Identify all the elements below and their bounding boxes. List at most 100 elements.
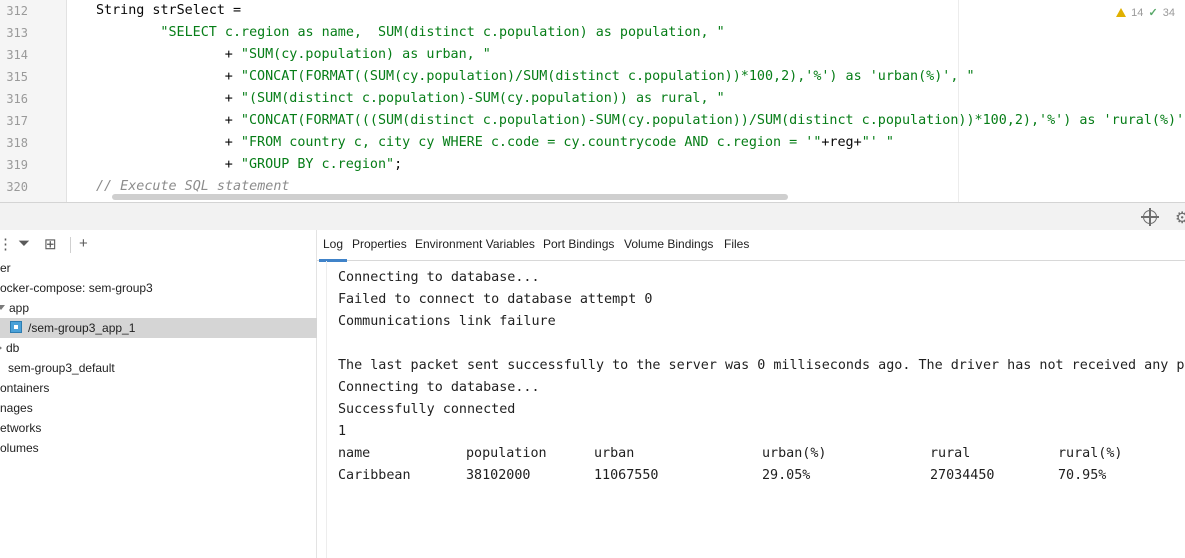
line-number: 313 xyxy=(6,26,28,40)
table-cell: 70.95% xyxy=(1058,468,1107,483)
warning-count: 14 xyxy=(1131,7,1144,19)
table-header-cell: rural(%) xyxy=(1058,446,1123,461)
tree-item[interactable]: db xyxy=(0,338,19,358)
log-panel: Log Properties Environment Variables Port B… xyxy=(317,230,1185,558)
add-service-icon[interactable]: + xyxy=(79,235,88,252)
tree-item[interactable]: etworks xyxy=(0,418,41,438)
table-cell: 27034450 xyxy=(930,468,995,483)
code-line[interactable]: + "CONCAT(FORMAT((SUM(cy.population)/SUM… xyxy=(225,66,975,88)
code-editor[interactable]: 312 313 314 315 316 317 318 319 320 String strSe… xyxy=(0,0,1185,202)
table-header-cell: urban xyxy=(594,446,635,461)
table-cell: 38102000 xyxy=(466,468,531,483)
code-token: + xyxy=(224,113,241,128)
tree-item-label: app xyxy=(9,301,30,315)
table-header-cell: urban(%) xyxy=(762,446,827,461)
tree-item-label: /sem-group3_app_1 xyxy=(28,321,136,335)
group-icon[interactable]: ⋮ xyxy=(0,235,13,253)
container-icon xyxy=(10,321,22,333)
comment: // Execute SQL statement xyxy=(96,179,290,194)
log-line: The last packet sent successfully to the… xyxy=(338,358,1185,373)
code-token: + xyxy=(224,157,241,172)
tree-item[interactable]: /sem-group3_app_1 xyxy=(0,318,326,338)
services-header: ⚙ xyxy=(0,202,1185,232)
line-number: 316 xyxy=(6,92,28,106)
tree-item-label: nages xyxy=(0,401,33,415)
table-cell: 29.05% xyxy=(762,468,811,483)
tab-files[interactable]: Files xyxy=(724,237,749,251)
crosshair-icon[interactable] xyxy=(1141,208,1159,226)
code-token: ; xyxy=(394,157,403,172)
code-line[interactable]: "SELECT c.region as name, SUM(distinct c… xyxy=(160,22,724,44)
tree-item-label: er xyxy=(0,261,11,275)
chevron-right-icon[interactable] xyxy=(0,344,2,352)
tree-toolbar: ⋮ ⏷ ⊞ + xyxy=(0,230,316,260)
tree-item[interactable]: sem-group3_default xyxy=(0,358,115,378)
tab-properties[interactable]: Properties xyxy=(352,237,407,251)
code-line[interactable]: + "GROUP BY c.region"; xyxy=(225,154,402,176)
tree-item-label: ontainers xyxy=(0,381,50,395)
weak-warning-icon: ✓ xyxy=(1148,7,1158,19)
tab-log[interactable]: Log xyxy=(318,237,348,262)
log-line: Communications link failure xyxy=(338,314,556,329)
tree-item-label: ocker-compose: sem-group3 xyxy=(0,281,153,295)
tree-item[interactable]: ocker-compose: sem-group3 xyxy=(0,278,153,298)
tab-volume-bindings[interactable]: Volume Bindings xyxy=(624,237,713,251)
string-literal: "FROM country c, city cy WHERE c.code = … xyxy=(240,135,822,150)
tree-item[interactable]: ontainers xyxy=(0,378,49,398)
string-literal: "CONCAT(FORMAT((SUM(cy.population)/SUM(d… xyxy=(240,69,975,84)
gear-icon[interactable]: ⚙ xyxy=(1175,208,1185,228)
code-line[interactable]: + "CONCAT(FORMAT(((SUM(distinct c.popula… xyxy=(225,110,1185,132)
code-token: + xyxy=(224,69,241,84)
services-tree-panel: ⋮ ⏷ ⊞ + er ocker-compose: sem-group3 app/s… xyxy=(0,230,326,558)
warning-icon xyxy=(1116,8,1127,17)
chevron-down-icon[interactable] xyxy=(0,305,5,310)
string-literal: "' " xyxy=(861,135,894,150)
code-line[interactable]: + "FROM country c, city cy WHERE c.code … xyxy=(225,132,894,154)
string-literal: "CONCAT(FORMAT(((SUM(distinct c.populati… xyxy=(240,113,1185,128)
code-line[interactable]: String strSelect = xyxy=(96,0,241,22)
table-header-cell: name xyxy=(338,446,371,461)
table-header-cell: rural xyxy=(930,446,971,461)
code-token: + xyxy=(224,47,241,62)
line-number: 320 xyxy=(6,180,28,194)
line-number: 319 xyxy=(6,158,28,172)
weak-warning-count: 34 xyxy=(1162,7,1175,19)
new-group-icon[interactable]: ⊞ xyxy=(44,235,57,253)
tree-item-label: olumes xyxy=(0,441,39,455)
toolbar-separator xyxy=(70,237,71,253)
code-token: +reg+ xyxy=(821,135,862,150)
line-number: 315 xyxy=(6,70,28,84)
line-number-gutter: 312 313 314 315 316 317 318 319 320 xyxy=(0,0,67,202)
table-header-cell: population xyxy=(466,446,547,461)
tree-item-label: etworks xyxy=(0,421,42,435)
log-line: Successfully connected xyxy=(338,402,516,417)
string-literal: "GROUP BY c.region" xyxy=(240,157,395,172)
right-margin-guide xyxy=(958,0,959,202)
log-line: Connecting to database... xyxy=(338,270,540,285)
table-cell: 11067550 xyxy=(594,468,659,483)
line-number: 318 xyxy=(6,136,28,150)
line-number: 312 xyxy=(6,4,28,18)
tree-item[interactable]: nages xyxy=(0,398,33,418)
inspection-widget[interactable]: 14 ✓ 34 xyxy=(1114,6,1175,19)
tree-item-label: db xyxy=(6,341,20,355)
code-token: + xyxy=(224,91,241,106)
code-line[interactable]: + "SUM(cy.population) as urban, " xyxy=(225,44,491,66)
code-line[interactable]: + "(SUM(distinct c.population)-SUM(cy.po… xyxy=(225,88,725,110)
table-cell: Caribbean xyxy=(338,468,411,483)
tree-item[interactable]: er xyxy=(0,258,11,278)
log-line: 1 xyxy=(338,424,347,439)
tree-item[interactable]: app xyxy=(0,298,29,318)
string-literal: "SUM(cy.population) as urban, " xyxy=(240,47,491,62)
details-tabs: Log Properties Environment Variables Port B… xyxy=(317,230,1185,262)
tree-item-label: sem-group3_default xyxy=(8,361,115,375)
string-literal: "(SUM(distinct c.population)-SUM(cy.popu… xyxy=(240,91,725,106)
log-line: Connecting to database... xyxy=(338,380,540,395)
log-console[interactable]: Connecting to database... Failed to conne… xyxy=(317,261,1185,558)
tree-item[interactable]: olumes xyxy=(0,438,39,458)
tab-environment-variables[interactable]: Environment Variables xyxy=(415,237,535,251)
filter-icon[interactable]: ⏷ xyxy=(18,235,30,252)
tab-port-bindings[interactable]: Port Bindings xyxy=(543,237,614,251)
horizontal-scrollbar[interactable] xyxy=(112,194,788,200)
code-token: + xyxy=(224,135,241,150)
